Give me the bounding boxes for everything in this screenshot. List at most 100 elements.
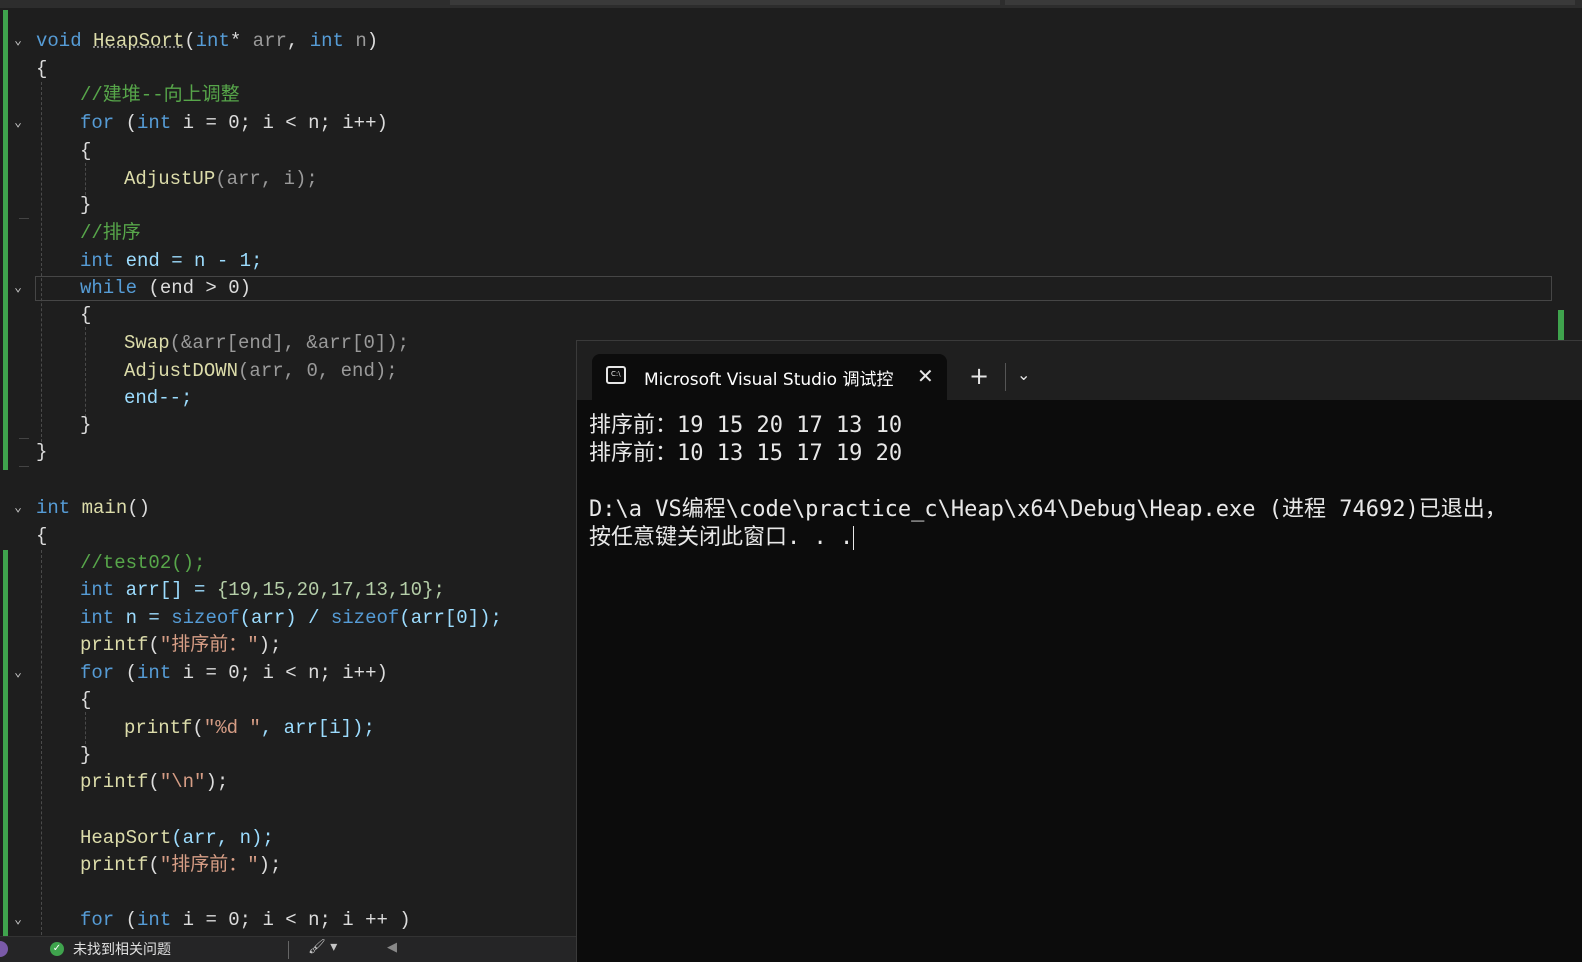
scroll-left-icon[interactable]: ◀	[387, 940, 397, 955]
keyword: int	[80, 250, 115, 272]
chevron-down-icon[interactable]: ⌄	[1017, 365, 1030, 384]
code-line[interactable]: }	[80, 743, 91, 767]
code-line[interactable]: printf("%d ", arr[i]);	[124, 716, 375, 740]
brace: {	[36, 525, 48, 547]
punct: (	[148, 634, 160, 656]
terminal-titlebar[interactable]: Microsoft Visual Studio 调试控制台 ✕ + ⌄	[577, 341, 1582, 400]
punct: (	[125, 662, 138, 684]
status-bar: ✓ 未找到相关问题 🖌 ▾ ◀	[0, 936, 576, 962]
function-call: printf	[80, 634, 149, 656]
code-line[interactable]: int main()	[36, 496, 150, 520]
fold-chevron-icon[interactable]: ⌄	[10, 500, 26, 516]
function-call: printf	[80, 771, 149, 793]
code-text: (arr) /	[239, 607, 331, 629]
indent-guide	[85, 163, 86, 195]
code-line[interactable]: while (end > 0)	[80, 276, 251, 300]
new-tab-button[interactable]: +	[969, 361, 989, 391]
current-line-highlight	[35, 276, 1552, 301]
code-line[interactable]: {	[80, 303, 91, 327]
code-line[interactable]: int end = n - 1;	[80, 249, 262, 273]
brace: {	[80, 304, 92, 326]
code-line[interactable]: //test02();	[80, 551, 205, 575]
code-line[interactable]: {	[80, 139, 91, 163]
fold-chevron-icon[interactable]: ⌄	[10, 115, 26, 131]
code-line[interactable]: printf("\n");	[80, 770, 228, 794]
string: "\n"	[159, 771, 206, 793]
code-line[interactable]: printf("排序前：");	[80, 853, 281, 877]
code-line[interactable]: HeapSort(arr, n);	[80, 826, 274, 850]
code-line[interactable]: Swap(&arr[end], &arr[0]);	[124, 331, 409, 355]
code-line[interactable]: int arr[] = {19,15,20,17,13,10};	[80, 578, 445, 602]
code-text: {19,15,20,17,13,10};	[216, 579, 445, 601]
code-text: n =	[125, 607, 172, 629]
fold-chevron-icon[interactable]: ⌄	[10, 33, 26, 49]
keyword: sizeof	[330, 607, 400, 629]
fold-chevron-icon[interactable]: ⌄	[10, 665, 26, 681]
code-line[interactable]: printf("排序前：");	[80, 633, 281, 657]
code-line[interactable]: AdjustUP(arr, i);	[124, 167, 318, 191]
function-call: printf	[80, 854, 149, 876]
brace: {	[80, 689, 92, 711]
code-text: i = 0; i < n; i++)	[182, 662, 388, 684]
punct: (	[192, 717, 204, 739]
punct: (	[125, 112, 138, 134]
debug-console-window[interactable]: Microsoft Visual Studio 调试控制台 ✕ + ⌄ 排序前：…	[576, 340, 1582, 962]
code-line[interactable]: //排序	[80, 221, 141, 245]
punct: *	[229, 30, 242, 52]
function-call: HeapSort	[80, 827, 172, 849]
code-line[interactable]: }	[36, 440, 47, 464]
code-line[interactable]: for (int i = 0; i < n; i ++ )	[80, 908, 411, 932]
punct: ()	[127, 497, 151, 519]
code-text: (&arr[end], &arr[0]);	[169, 332, 410, 354]
fold-chevron-icon[interactable]: ⌄	[10, 280, 26, 296]
code-text: , arr[i]);	[260, 717, 375, 739]
keyword: sizeof	[171, 607, 240, 629]
code-line[interactable]: {	[36, 524, 47, 548]
keyword: int	[36, 497, 71, 519]
code-line[interactable]: AdjustDOWN(arr, 0, end);	[124, 359, 398, 383]
code-line[interactable]: {	[36, 57, 47, 81]
terminal-tab[interactable]: Microsoft Visual Studio 调试控制台 ✕	[592, 354, 947, 400]
brace: {	[80, 140, 92, 162]
param: arr	[252, 30, 287, 52]
code-line[interactable]: }	[80, 193, 91, 217]
function-name[interactable]: HeapSort	[93, 30, 184, 52]
code-line[interactable]: end--;	[124, 386, 192, 410]
indent-guide	[41, 82, 42, 442]
param: n	[355, 30, 367, 52]
issues-status[interactable]: 未找到相关问题	[73, 939, 171, 959]
string: "排序前："	[159, 854, 259, 876]
brace: }	[80, 744, 92, 766]
terminal-tab-title: Microsoft Visual Studio 调试控制台	[644, 370, 894, 390]
close-icon[interactable]: ✕	[917, 364, 934, 388]
punct: );	[258, 634, 282, 656]
code-line[interactable]: //建堆--向上调整	[80, 83, 240, 107]
code-text: (end > 0)	[148, 277, 252, 299]
code-text: end--;	[124, 387, 193, 409]
code-line[interactable]: for (int i = 0; i < n; i++)	[80, 661, 388, 685]
code-text: (arr, i);	[215, 168, 318, 190]
console-icon	[606, 366, 626, 384]
fold-chevron-icon[interactable]: ⌄	[10, 912, 26, 928]
code-line[interactable]: {	[80, 688, 91, 712]
code-line[interactable]: }	[80, 413, 91, 437]
code-line[interactable]: int n = sizeof(arr) / sizeof(arr[0]);	[80, 606, 502, 630]
separator	[1005, 363, 1006, 391]
function-name: main	[81, 497, 128, 519]
terminal-output[interactable]: 排序前：19 15 20 17 13 10 排序前：10 13 15 17 19 …	[589, 412, 1507, 552]
code-line[interactable]: for (int i = 0; i < n; i++)	[80, 111, 388, 135]
string: "%d "	[203, 717, 261, 739]
keyword: int	[195, 30, 230, 52]
punct: (	[184, 30, 196, 52]
git-icon[interactable]	[0, 941, 8, 957]
code-line[interactable]: void HeapSort(int* arr, int n)	[36, 29, 378, 53]
keyword: int	[137, 909, 172, 931]
tab-fragment[interactable]	[450, 0, 1000, 5]
indent-guide	[85, 712, 86, 744]
output-line: 按任意键关闭此窗口. . .	[589, 524, 1507, 552]
check-icon[interactable]: ✓	[50, 942, 64, 956]
brush-icon[interactable]: 🖌 ▾	[308, 939, 337, 955]
scope-end-line	[19, 466, 29, 467]
tab-fragment[interactable]	[1005, 0, 1575, 5]
